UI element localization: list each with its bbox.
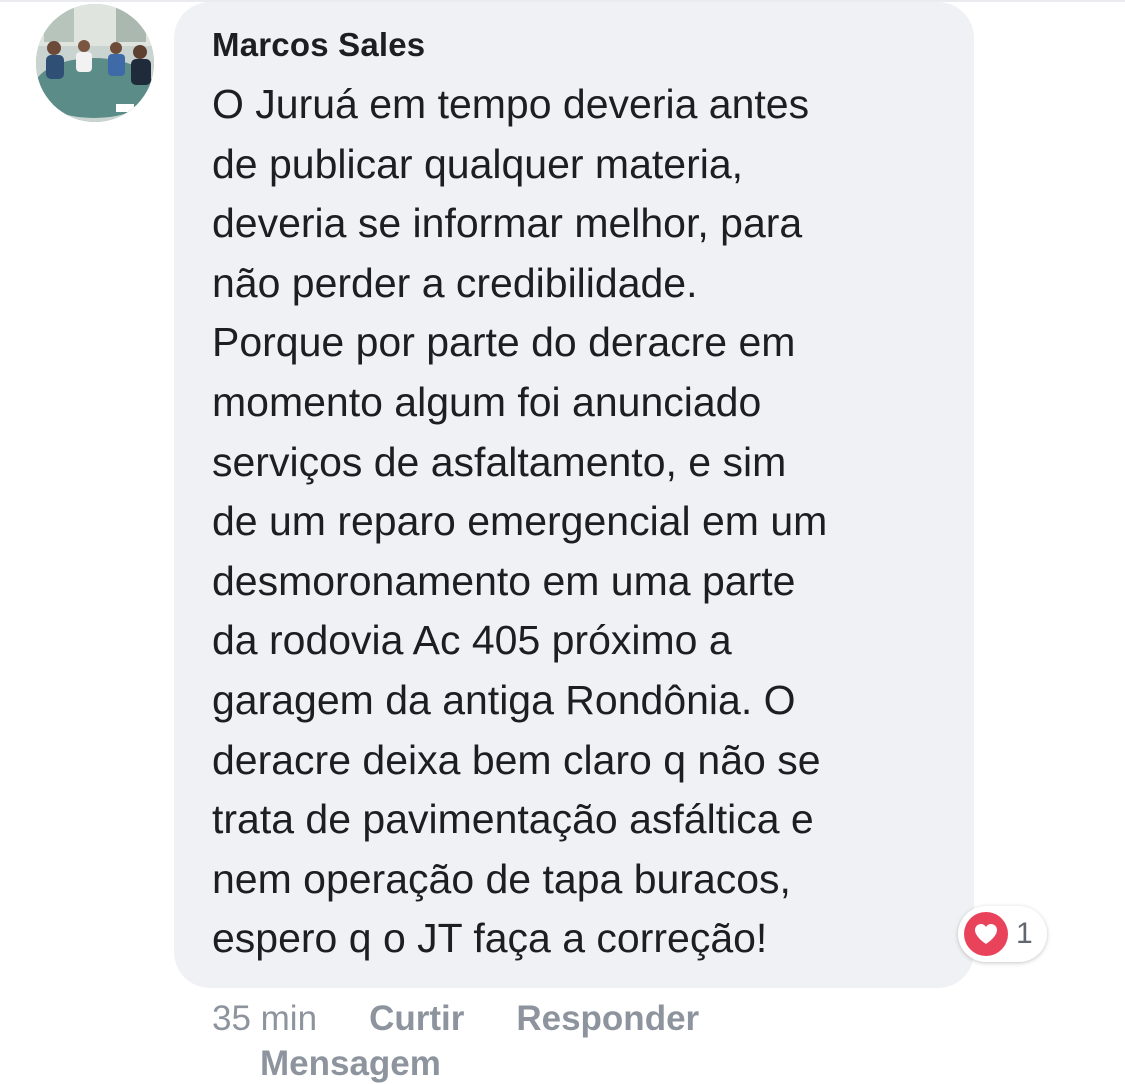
reaction-badge[interactable]: 1 [958, 906, 1047, 962]
comment-actions: 35 min Curtir Responder [212, 996, 751, 1042]
comment-line: Porque por parte do deracre em [212, 319, 796, 366]
comment-line: nem operação de tapa buracos, [212, 855, 791, 902]
avatar-photo [36, 4, 154, 122]
comment-line: trata de pavimentação asfáltica e [212, 796, 814, 843]
comment-line: de um reparo emergencial em um [212, 498, 828, 545]
comment-line: de publicar qualquer materia, [212, 140, 744, 187]
comment-author[interactable]: Marcos Sales [212, 26, 425, 64]
comment-line: desmoronamento em uma parte [212, 557, 796, 604]
comment-text: O Juruá em tempo deveria antes de public… [212, 75, 972, 969]
comment-line: O Juruá em tempo deveria antes [212, 81, 810, 127]
comment-line: serviços de asfaltamento, e sim [212, 438, 787, 485]
comment-line: deveria se informar melhor, para [212, 200, 803, 247]
avatar[interactable] [36, 4, 154, 122]
like-button[interactable]: Curtir [369, 999, 464, 1039]
reply-button[interactable]: Responder [516, 999, 699, 1039]
comment-line: garagem da antiga Rondônia. O [212, 676, 796, 723]
comment-line: deracre deixa bem claro q não se [212, 736, 821, 783]
comment-timestamp[interactable]: 35 min [212, 999, 317, 1039]
comment-line: espero q o JT faça a correção! [212, 915, 768, 962]
comment-line: da rodovia Ac 405 próximo a [212, 617, 732, 664]
comment-line: não perder a credibilidade. [212, 259, 698, 306]
heart-icon [964, 912, 1008, 956]
reaction-count: 1 [1016, 917, 1033, 950]
comment-line: momento algum foi anunciado [212, 378, 762, 425]
message-button[interactable]: Mensagem [260, 1044, 441, 1084]
